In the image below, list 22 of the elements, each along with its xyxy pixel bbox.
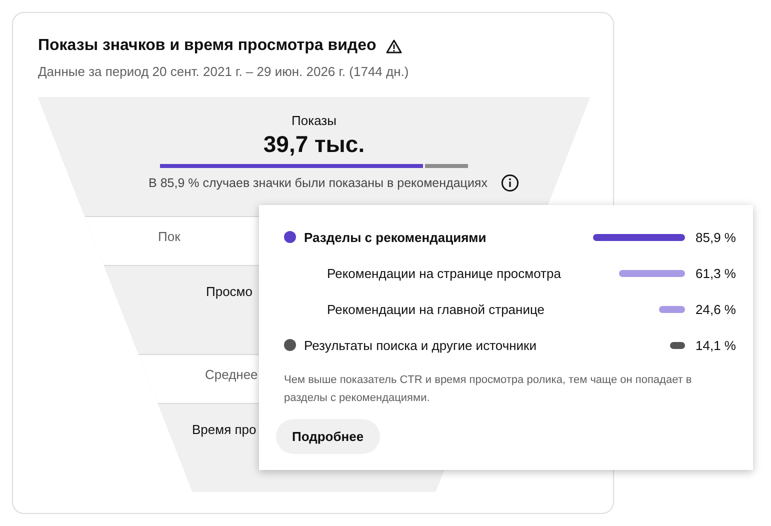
learn-more-button[interactable]: Подробнее	[276, 419, 380, 454]
source-label: Рекомендации на главной странице	[327, 302, 546, 316]
share-bar	[670, 342, 685, 348]
card-title: Показы значков и время просмотра видео	[38, 37, 376, 55]
impressions-value: 39,7 тыс.	[263, 131, 365, 158]
source-label: Результаты поиска и другие источники	[304, 338, 538, 352]
share-percent: 14,1 %	[694, 338, 736, 352]
stage-label: Среднее	[204, 367, 258, 382]
recommendation-share-text: В 85,9 % случаев значки были показаны в рекомендациях	[148, 176, 488, 190]
date-range-text: Данные за период 20 сент. 2021 г. – 29 июн. 2026 г. (1744 дн.)	[38, 64, 410, 79]
share-percent: 24,6 %	[694, 302, 736, 316]
stage-label: Время про	[191, 422, 256, 437]
note-text: Чем выше показатель CTR и время просмотра ролика, тем чаще он попадает в разделы с рекомендациями.	[284, 373, 693, 406]
source-label: Рекомендации на странице просмотра	[327, 266, 562, 280]
source-label: Разделы с рекомендациями	[304, 230, 488, 244]
stage-label: Показы	[292, 113, 336, 128]
stage-label: Просмо	[205, 284, 252, 299]
warning-icon	[386, 38, 402, 54]
share-percent: 85,9 %	[694, 230, 736, 244]
stage-label: Пок	[157, 229, 180, 244]
info-icon[interactable]	[501, 174, 520, 192]
share-percent: 61,3 %	[694, 266, 736, 280]
